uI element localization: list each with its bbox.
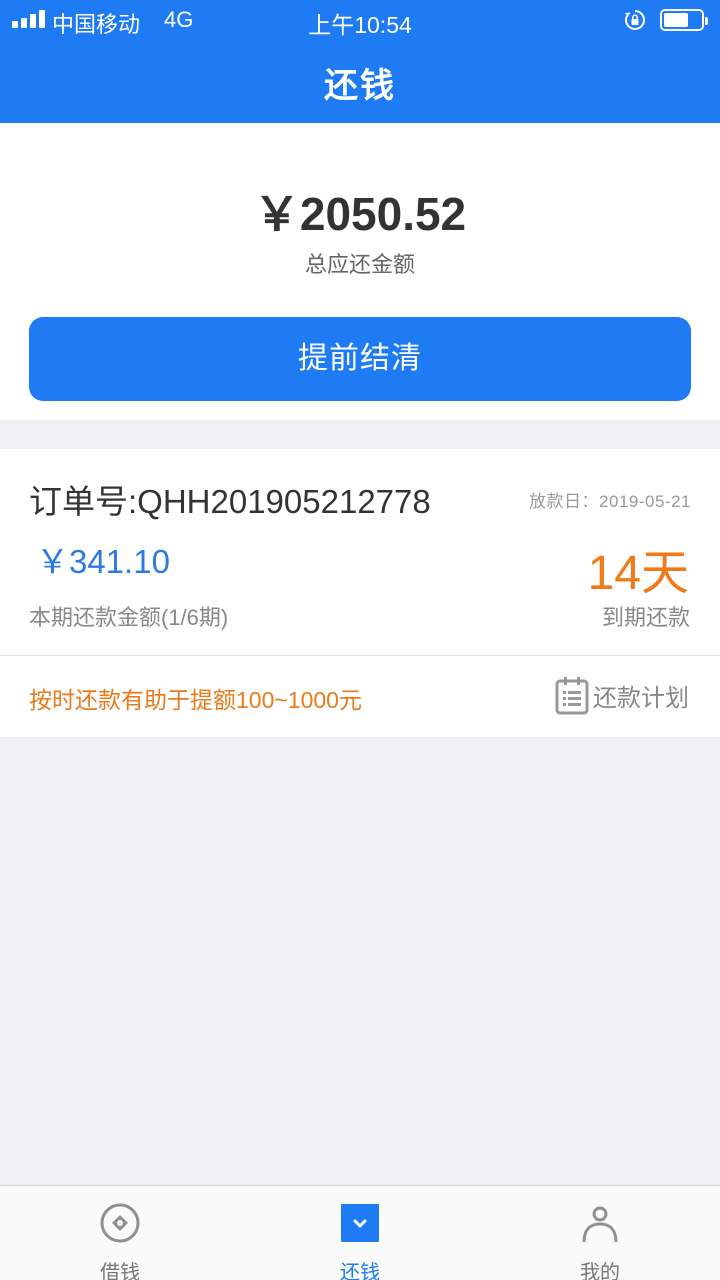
tab-repay[interactable]: 还钱 [240,1186,480,1280]
bottom-tab-bar: 借钱 还钱 我的 [0,1185,720,1280]
coin-circle-icon [100,1203,140,1243]
total-amount: ￥2050.52 [253,188,467,240]
early-settle-button[interactable]: 提前结清 [29,317,691,401]
tab-mine-label: 我的 [580,1262,620,1280]
tab-borrow[interactable]: 借钱 [0,1186,240,1280]
page-title: 还钱 [324,67,396,105]
calendar-list-icon [555,677,589,715]
repayment-plan-label: 还款计划 [593,684,689,712]
period-amount-label: 本期还款金额(1/6期) [29,605,229,630]
repay-icon [341,1204,379,1242]
battery-icon [660,9,708,31]
total-amount-label: 总应还金额 [304,252,415,277]
tab-mine[interactable]: 我的 [480,1186,720,1280]
tab-borrow-label: 借钱 [100,1262,140,1280]
days-until-due: 14天 [587,547,689,600]
status-bar: 中国移动 4G 上午10:54 [0,0,720,40]
person-icon [582,1206,618,1243]
tab-repay-label: 还钱 [340,1262,380,1280]
order-card[interactable]: 订单号:QHH201905212778 放款日：2019-05-21 ￥341.… [0,449,720,737]
repayment-plan-link[interactable]: 还款计划 [555,675,689,715]
promo-message: 按时还款有助于提额100~1000元 [29,687,362,713]
rotation-lock-icon [625,10,645,30]
status-time: 上午10:54 [308,12,412,38]
due-label: 到期还款 [601,605,690,630]
app-header: 中国移动 4G 上午10:54 还钱 [0,0,720,123]
repayment-summary: ￥2050.52 总应还金额 提前结清 [0,123,720,420]
loan-date: 放款日：2019-05-21 [529,492,691,511]
order-number: 订单号:QHH201905212778 [29,483,431,520]
period-amount: ￥341.10 [36,543,170,580]
divider [0,655,720,656]
